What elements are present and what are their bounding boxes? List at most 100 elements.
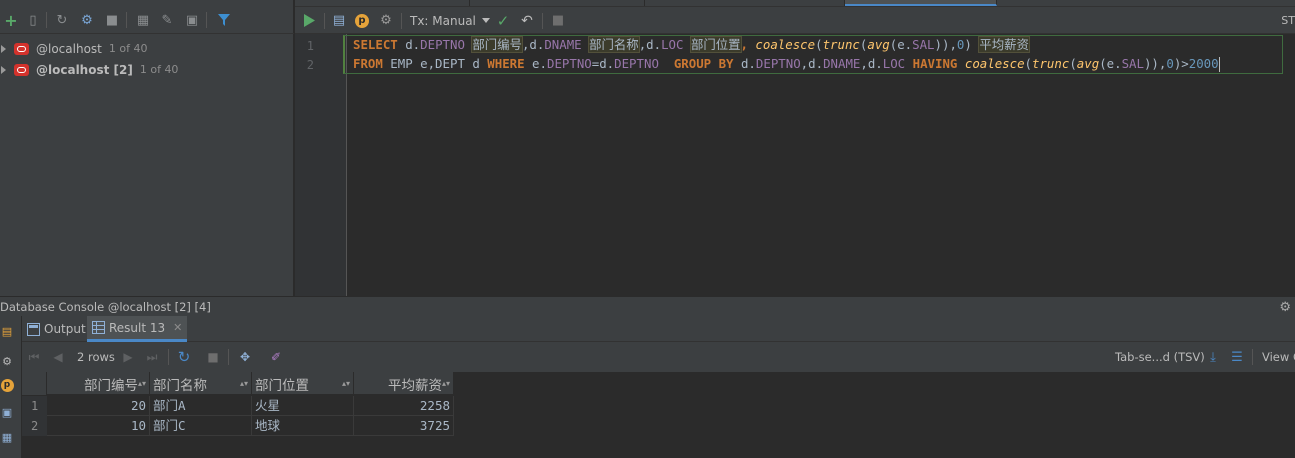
- copy-icon[interactable]: ▯: [22, 6, 44, 34]
- column-header[interactable]: 部门编号 ▴▾: [47, 372, 150, 395]
- export-icon[interactable]: ▣: [0, 404, 14, 420]
- table-icon[interactable]: ▦: [132, 6, 154, 34]
- table-cell[interactable]: 部门A: [150, 396, 252, 416]
- table-icon[interactable]: ▤: [0, 323, 14, 339]
- table-cell[interactable]: 2258: [354, 396, 454, 416]
- wrench-icon[interactable]: ⚙: [376, 7, 396, 34]
- view-button[interactable]: View C: [1262, 342, 1295, 372]
- tab-result-13[interactable]: Result 13 ✕: [87, 316, 188, 342]
- sql-token: DEPTNO: [614, 56, 659, 71]
- sql-token: DNAME: [544, 37, 582, 52]
- table-cell[interactable]: 部门C: [150, 416, 252, 436]
- schema-count: 1 of 40: [108, 42, 148, 55]
- editor-tab[interactable]: [470, 0, 645, 6]
- column-header-label: 平均薪资: [388, 377, 442, 394]
- rollback-icon[interactable]: ↶: [517, 7, 537, 34]
- sql-token: )>: [1173, 56, 1189, 71]
- sql-token: ,d.: [860, 56, 883, 71]
- filter-icon[interactable]: [213, 6, 235, 34]
- next-page-icon[interactable]: ▶: [120, 342, 136, 372]
- table-row[interactable]: 2 10 部门C 地球 3725: [22, 416, 454, 436]
- close-icon[interactable]: ✕: [173, 321, 182, 334]
- expand-arrow-icon[interactable]: [1, 45, 6, 53]
- table-row[interactable]: 1 20 部门A 火星 2258: [22, 396, 454, 416]
- code-line[interactable]: FROM EMP e,DEPT d WHERE e.DEPTNO=d.DEPTN…: [353, 54, 1220, 74]
- sort-icon[interactable]: ▴▾: [342, 379, 350, 388]
- last-page-icon[interactable]: ⏭: [144, 342, 160, 372]
- gear-icon[interactable]: ⚙: [1279, 297, 1291, 317]
- upload-icon[interactable]: ☰: [1228, 342, 1246, 372]
- refresh-icon[interactable]: ↻: [174, 342, 194, 372]
- sql-token: (e.: [1099, 56, 1122, 71]
- sql-token: DEPTNO: [546, 56, 592, 71]
- commit-icon[interactable]: ✓: [493, 7, 513, 34]
- column-header[interactable]: 部门名称 ▴▾: [150, 372, 252, 395]
- sort-icon[interactable]: ▴▾: [240, 379, 248, 388]
- sql-token: avg: [867, 37, 890, 52]
- p-icon[interactable]: p: [0, 377, 14, 393]
- sql-editor[interactable]: 1 2 SELECT d.DEPTNO 部门编号,d.DNAME 部门名称,d.…: [295, 34, 1295, 296]
- p-icon[interactable]: p: [352, 7, 372, 34]
- table-cell[interactable]: 10: [47, 416, 150, 436]
- column-header-label: 部门名称: [153, 377, 207, 394]
- table-cell[interactable]: 3725: [354, 416, 454, 436]
- grid-header: 部门编号 ▴▾ 部门名称 ▴▾ 部门位置 ▴▾ 平均薪资 ▴▾: [22, 372, 454, 395]
- editor-tab-active[interactable]: [845, 0, 997, 6]
- sql-token: SELECT: [353, 37, 398, 52]
- pin-icon[interactable]: ✥: [235, 342, 255, 372]
- sql-token: ,d.: [638, 37, 662, 52]
- tab-output[interactable]: Output: [22, 316, 91, 342]
- sql-token: EMP e,DEPT d: [382, 56, 488, 71]
- sql-token: coalesce: [755, 37, 816, 52]
- toolbar-divider: [1252, 349, 1253, 365]
- stop-icon[interactable]: ■: [548, 7, 568, 34]
- expand-arrow-icon[interactable]: [1, 66, 6, 74]
- table-cell[interactable]: 20: [47, 396, 150, 416]
- console-icon[interactable]: ▣: [181, 6, 203, 34]
- compare-icon[interactable]: ✐: [266, 342, 286, 372]
- add-icon[interactable]: +: [0, 6, 22, 34]
- console-side-toolbar: ▤ ⚙ p ▣ ▦: [0, 316, 22, 458]
- sql-token: =d.: [591, 56, 615, 71]
- edit-icon[interactable]: ✎: [156, 6, 178, 34]
- first-page-icon[interactable]: ⏮: [26, 342, 42, 372]
- sql-token: 部门编号: [471, 36, 523, 53]
- export-format-select[interactable]: Tab-se...d (TSV): [1115, 342, 1205, 372]
- console-icon[interactable]: ▤: [329, 7, 349, 34]
- editor-tab[interactable]: [295, 0, 470, 6]
- prev-page-icon[interactable]: ◀: [50, 342, 66, 372]
- sort-icon[interactable]: ▴▾: [442, 379, 450, 388]
- layout-icon[interactable]: ▦: [0, 429, 14, 445]
- line-gutter: 1 2: [295, 34, 347, 296]
- column-header[interactable]: 平均薪资 ▴▾: [354, 372, 454, 395]
- editor-tab[interactable]: [645, 0, 845, 6]
- datasource-item-localhost-2[interactable]: @localhost [2] 1 of 40: [0, 59, 294, 80]
- sql-token: LOC: [882, 56, 906, 71]
- stop-icon[interactable]: ■: [204, 342, 222, 372]
- run-icon[interactable]: [299, 7, 319, 34]
- properties-icon[interactable]: ⚙: [76, 6, 98, 34]
- code-line[interactable]: SELECT d.DEPTNO 部门编号,d.DNAME 部门名称,d.LOC …: [353, 35, 1030, 55]
- toolbar-divider: [168, 349, 169, 365]
- row-count[interactable]: 2 rows: [77, 342, 115, 372]
- sql-token: coalesce: [964, 56, 1025, 71]
- datasource-item-localhost[interactable]: @localhost 1 of 40: [0, 38, 294, 59]
- sql-token: 0: [1166, 56, 1174, 71]
- sql-token: ,d.: [800, 56, 824, 71]
- datasource-name: @localhost [2]: [36, 62, 133, 77]
- text-cursor: [1218, 57, 1220, 72]
- sort-icon[interactable]: ▴▾: [138, 379, 146, 388]
- sql-token: (: [815, 37, 823, 52]
- refresh-icon[interactable]: ↻: [51, 6, 73, 34]
- settings-icon[interactable]: ⚙: [0, 353, 14, 369]
- table-cell[interactable]: 地球: [252, 416, 354, 436]
- stop-icon[interactable]: ■: [101, 6, 123, 34]
- column-header[interactable]: 部门位置 ▴▾: [252, 372, 354, 395]
- result-grid[interactable]: 部门编号 ▴▾ 部门名称 ▴▾ 部门位置 ▴▾ 平均薪资 ▴▾ 1 20 部门A…: [22, 372, 1295, 458]
- table-cell[interactable]: 火星: [252, 396, 354, 416]
- export-icon[interactable]: ⤓: [1204, 342, 1222, 372]
- tab-label: Output: [44, 322, 86, 336]
- transaction-mode-select[interactable]: Tx: Manual: [410, 7, 490, 34]
